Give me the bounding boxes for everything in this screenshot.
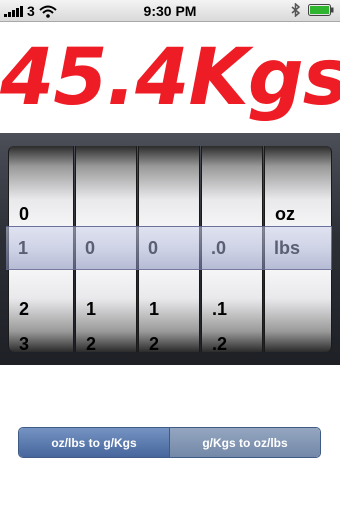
picker-wheel-1-below-2: 3 bbox=[19, 334, 30, 352]
status-bar: 3 9:30 PM bbox=[0, 0, 340, 22]
picker-wheel-3-selected: 0 bbox=[148, 238, 159, 258]
picker-wheel-1-selected: 1 bbox=[18, 238, 29, 258]
picker-wheel-2-below-1: 1 bbox=[86, 299, 97, 319]
unit-picker[interactable]: 0 2 3 1 2 1 2 .1 .2 oz 1 0 0 .0 lbs bbox=[0, 133, 340, 365]
picker-wheel-4-below-2: .2 bbox=[212, 334, 228, 352]
picker-wheel-2-below-2: 2 bbox=[86, 334, 97, 352]
picker-selection-indicator: 1 0 0 .0 lbs bbox=[6, 226, 332, 270]
picker-wheel-1-above: 0 bbox=[19, 204, 30, 224]
status-right bbox=[291, 3, 334, 17]
picker-wheel-1-below-1: 2 bbox=[19, 299, 30, 319]
picker-wheel-4-below-1: .1 bbox=[212, 299, 228, 319]
picker-wheel-3-below-2: 2 bbox=[149, 334, 160, 352]
status-time: 9:30 PM bbox=[143, 3, 197, 19]
picker-wheel-5-selected: lbs bbox=[274, 238, 301, 258]
bluetooth-icon bbox=[291, 3, 300, 17]
conversion-result: 45.4Kgs bbox=[0, 33, 340, 123]
segment-oz-lbs-to-g-kgs[interactable]: oz/lbs to g/Kgs bbox=[19, 428, 170, 457]
conversion-direction-control[interactable]: oz/lbs to g/Kgs g/Kgs to oz/lbs bbox=[18, 427, 321, 458]
picker-wheel-5-above: oz bbox=[275, 204, 295, 224]
battery-icon bbox=[308, 4, 334, 16]
picker-wheel-4-selected: .0 bbox=[211, 238, 227, 258]
picker-wheel-2-selected: 0 bbox=[85, 238, 96, 258]
segment-g-kgs-to-oz-lbs[interactable]: g/Kgs to oz/lbs bbox=[170, 428, 320, 457]
picker-wheel-3-below-1: 1 bbox=[149, 299, 160, 319]
